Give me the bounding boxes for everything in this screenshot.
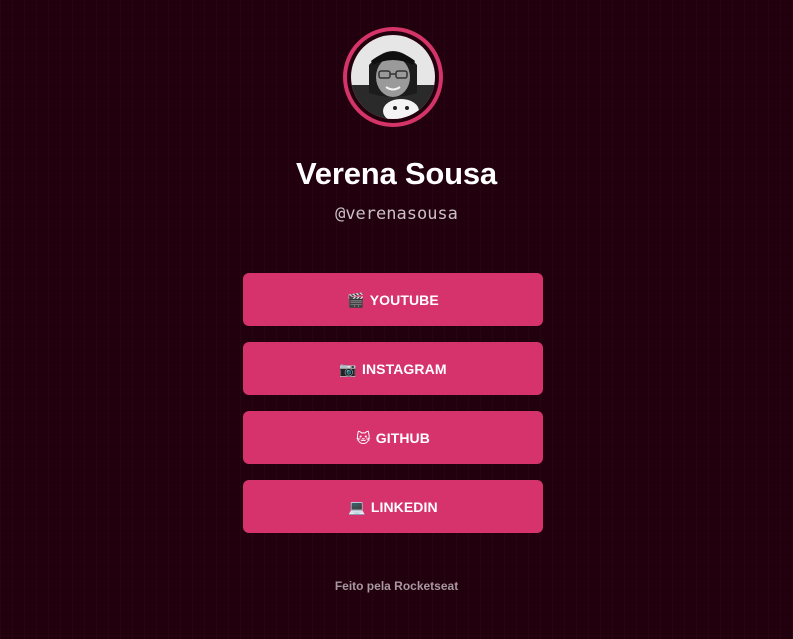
profile-handle: @verenasousa [335, 204, 458, 224]
link-label: YOUTUBE [369, 291, 439, 308]
link-label: GITHUB [375, 429, 430, 446]
footer-credit: Feito pela Rocketseat [334, 579, 459, 593]
github-link-button[interactable]: 🐱 GITHUB [243, 411, 543, 464]
cat-face-icon: 🐱 [356, 429, 371, 446]
linkedin-link-button[interactable]: 💻 LINKEDIN [243, 480, 543, 533]
link-label: INSTAGRAM [361, 360, 447, 377]
link-label: LINKEDIN [370, 498, 438, 515]
youtube-link-button[interactable]: 🎬 YOUTUBE [243, 273, 543, 326]
clapperboard-icon: 🎬 [347, 291, 365, 308]
avatar [343, 27, 443, 127]
avatar-photo [351, 35, 435, 119]
instagram-link-button[interactable]: 📷 INSTAGRAM [243, 342, 543, 395]
profile-name: Verena Sousa [296, 156, 497, 191]
link-list: 🎬 YOUTUBE 📷 INSTAGRAM 🐱 GITHUB 💻 LINKEDI… [243, 273, 543, 549]
camera-icon: 📷 [339, 360, 357, 377]
laptop-icon: 💻 [348, 498, 366, 515]
